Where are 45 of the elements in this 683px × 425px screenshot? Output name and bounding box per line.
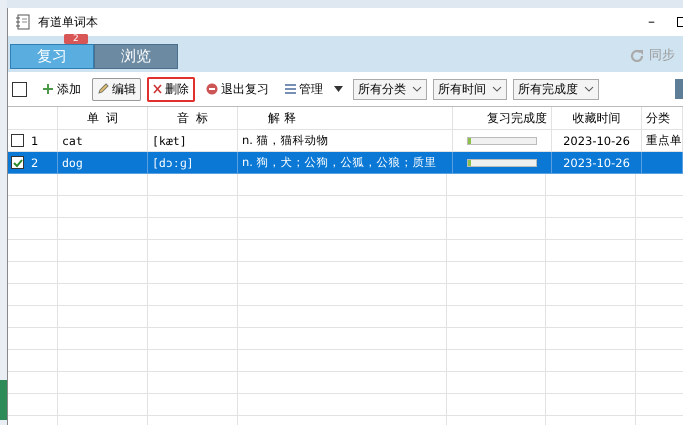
table-cell: 2023-10-26 bbox=[563, 134, 630, 148]
delete-button[interactable]: 删除 bbox=[147, 76, 195, 102]
caret-icon[interactable] bbox=[334, 86, 343, 92]
chevron-icon bbox=[584, 86, 594, 92]
window-title: 有道单词本 bbox=[38, 14, 98, 30]
table-cell: cat bbox=[62, 134, 83, 148]
column-header: 收藏时间 bbox=[572, 110, 620, 126]
edit-button[interactable]: 编辑 bbox=[92, 78, 141, 100]
close-icon bbox=[153, 84, 162, 94]
count-badge: 2 bbox=[64, 34, 88, 44]
exit-button[interactable]: 退出复习 bbox=[201, 78, 274, 100]
desktop-strip bbox=[0, 380, 7, 420]
column-header: 单 词 bbox=[86, 110, 118, 126]
filter-dropdown[interactable]: 所有时间 bbox=[433, 78, 507, 100]
notebook-icon bbox=[16, 14, 30, 30]
select-all-checkbox[interactable] bbox=[12, 82, 27, 96]
filter-dropdown[interactable]: 所有分类 bbox=[353, 78, 427, 100]
column-header: 解 释 bbox=[268, 110, 296, 126]
pencil-icon bbox=[97, 83, 109, 95]
table-cell: dog bbox=[62, 156, 83, 170]
table-cell: n. 猫，猫科动物 bbox=[242, 133, 329, 148]
minimize-button[interactable]: – bbox=[634, 14, 669, 30]
table-cell: 2023-10-26 bbox=[563, 156, 630, 170]
column-header: 分类 bbox=[646, 110, 670, 126]
row-checkbox[interactable] bbox=[11, 134, 24, 147]
add-button[interactable]: 添加 bbox=[37, 78, 86, 100]
column-header: 音 标 bbox=[176, 110, 208, 126]
tab[interactable]: 浏览 bbox=[94, 44, 178, 69]
list-icon bbox=[285, 84, 296, 94]
column-header: 复习完成度 bbox=[487, 110, 547, 126]
chevron-icon bbox=[492, 86, 502, 92]
table-cell: 重点单 bbox=[646, 133, 682, 148]
filter-dropdown[interactable]: 所有完成度 bbox=[513, 78, 599, 100]
manage-button[interactable]: 管理 bbox=[280, 78, 328, 100]
table-cell: [kæt] bbox=[152, 134, 187, 148]
plus-icon bbox=[42, 83, 54, 95]
minus-circle-icon bbox=[206, 83, 218, 95]
row-number: 1 bbox=[31, 134, 38, 148]
table-cell: [dɔːɡ] bbox=[152, 156, 194, 170]
refresh-icon bbox=[629, 48, 645, 64]
table-row[interactable]: 2 dog [dɔːɡ] n. 狗，犬；公狗，公狐，公狼；质里 2023-10-26 bbox=[8, 152, 683, 174]
row-checkbox[interactable] bbox=[11, 156, 24, 169]
row-number: 2 bbox=[31, 156, 38, 170]
table-cell: n. 狗，犬；公狗，公狐，公狼；质里 bbox=[242, 155, 437, 170]
chevron-icon bbox=[412, 86, 422, 92]
